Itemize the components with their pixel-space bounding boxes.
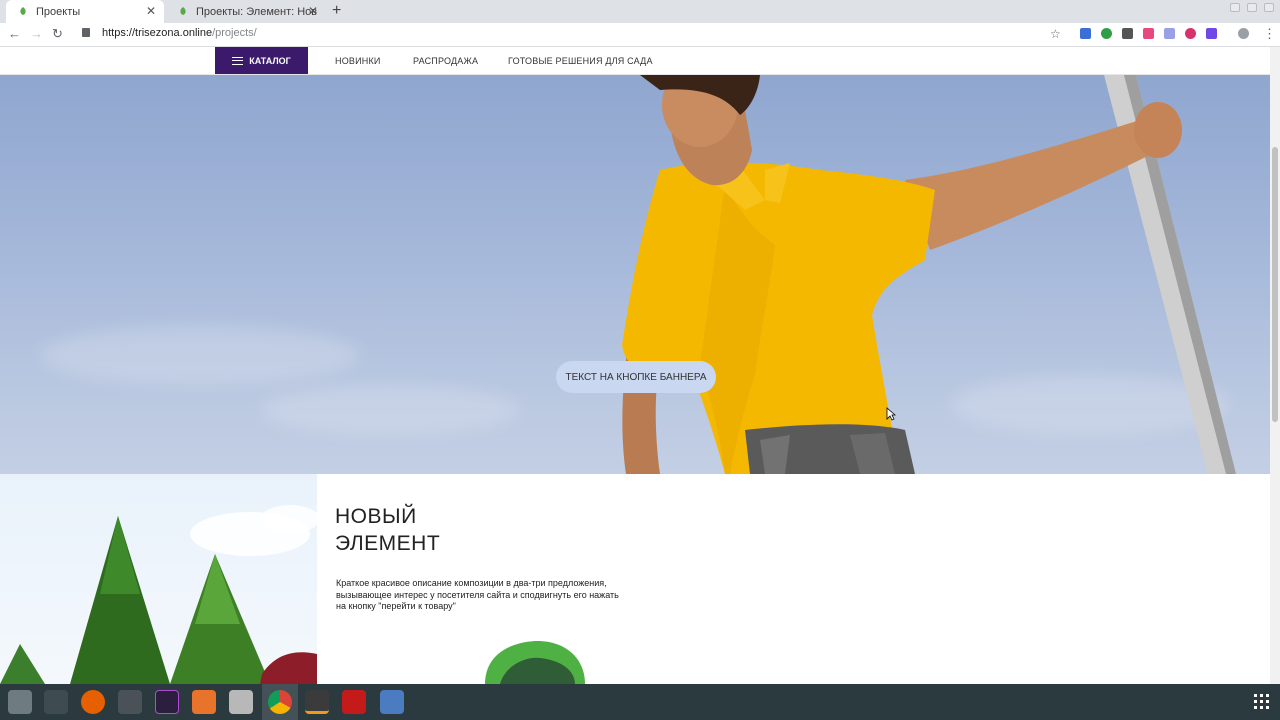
extension-icon[interactable] <box>1164 28 1175 39</box>
profile-avatar-icon[interactable] <box>1238 28 1249 39</box>
tab-title: Проекты: Элемент: Нов <box>196 5 318 18</box>
hero-photo-man-yellow-shirt <box>622 75 1236 474</box>
element-photo-trees <box>0 474 317 684</box>
leaf-favicon-icon <box>180 7 186 15</box>
hammer-icon[interactable] <box>44 690 68 714</box>
element-title: НОВЫЙ ЭЛЕМЕНТ <box>335 503 440 557</box>
conifer-trees-image <box>0 505 317 684</box>
nav-link-new[interactable]: НОВИНКИ <box>335 56 381 66</box>
files-icon[interactable] <box>229 690 253 714</box>
bookmark-star-icon[interactable]: ☆ <box>1050 26 1061 42</box>
settings-icon[interactable] <box>8 690 32 714</box>
mouse-cursor-icon <box>886 407 896 421</box>
flag-extension-icon[interactable] <box>1080 28 1091 39</box>
reload-button[interactable]: ↻ <box>52 26 63 42</box>
close-tab-icon[interactable]: ✕ <box>146 4 156 18</box>
chrome-icon <box>268 690 292 714</box>
catalog-button[interactable]: КАТАЛОГ <box>215 47 308 74</box>
nav-link-sale[interactable]: РАСПРОДАЖА <box>413 56 478 66</box>
close-tab-icon[interactable]: ✕ <box>308 4 318 18</box>
lock-icon <box>82 28 90 37</box>
site-navigation: КАТАЛОГ НОВИНКИ РАСПРОДАЖА ГОТОВЫЕ РЕШЕН… <box>0 47 1270 75</box>
new-tab-button[interactable]: + <box>332 2 341 20</box>
leaf-favicon-icon <box>20 7 26 15</box>
sublime-icon[interactable] <box>305 690 329 714</box>
scrollbar-thumb[interactable] <box>1272 147 1278 422</box>
browser-toolbar: ← → ↻ https://trisezona.online/projects/… <box>0 23 1280 47</box>
url-path: /projects/ <box>212 27 257 39</box>
catalog-label: КАТАЛОГ <box>249 55 291 66</box>
url-host: https://trisezona.online <box>102 27 213 39</box>
tab-title: Проекты <box>36 5 81 18</box>
page-scrollbar[interactable] <box>1270 47 1280 684</box>
firefox-icon[interactable] <box>81 690 105 714</box>
phpstorm-icon[interactable] <box>155 690 179 714</box>
tab-element[interactable]: Проекты: Элемент: Нов ✕ <box>166 0 326 23</box>
extension-icon[interactable] <box>1143 28 1154 39</box>
adblock-icon[interactable] <box>1185 28 1196 39</box>
store-icon[interactable] <box>192 690 216 714</box>
tab-projects[interactable]: Проекты ✕ <box>6 0 164 23</box>
hamburger-menu-icon <box>232 56 244 65</box>
browser-menu-icon[interactable]: ⋮ <box>1263 26 1276 42</box>
back-button[interactable]: ← <box>8 26 21 42</box>
chrome-taskbar-button[interactable] <box>262 684 298 720</box>
element-description: Краткое красивое описание композиции в д… <box>336 578 619 611</box>
os-taskbar <box>0 684 1280 720</box>
address-bar[interactable]: https://trisezona.online/projects/ <box>82 27 257 39</box>
extension-icon[interactable] <box>1206 28 1217 39</box>
hero-banner-button[interactable]: ТЕКСТ НА КНОПКЕ БАННЕРА <box>556 361 716 393</box>
hero-banner: ТЕКСТ НА КНОПКЕ БАННЕРА <box>0 75 1270 474</box>
app-grid-icon[interactable] <box>1254 694 1270 710</box>
calculator-icon[interactable] <box>118 690 142 714</box>
extension-icon[interactable] <box>1101 28 1112 39</box>
forward-button[interactable]: → <box>30 26 43 42</box>
close-window-icon[interactable] <box>1264 3 1274 12</box>
minimize-window-icon[interactable] <box>1230 3 1240 12</box>
extension-icon[interactable] <box>1122 28 1133 39</box>
monitor-icon[interactable] <box>380 690 404 714</box>
element-title-line: НОВЫЙ <box>335 505 417 528</box>
maximize-window-icon[interactable] <box>1247 3 1257 12</box>
element-title-line: ЭЛЕМЕНТ <box>335 532 441 555</box>
browser-tab-bar: Проекты ✕ Проекты: Элемент: Нов ✕ + <box>0 0 1280 23</box>
shrub-composition-image <box>485 640 585 684</box>
nav-link-garden-solutions[interactable]: ГОТОВЫЕ РЕШЕНИЯ ДЛЯ САДА <box>508 56 653 66</box>
filezilla-icon[interactable] <box>342 690 366 714</box>
